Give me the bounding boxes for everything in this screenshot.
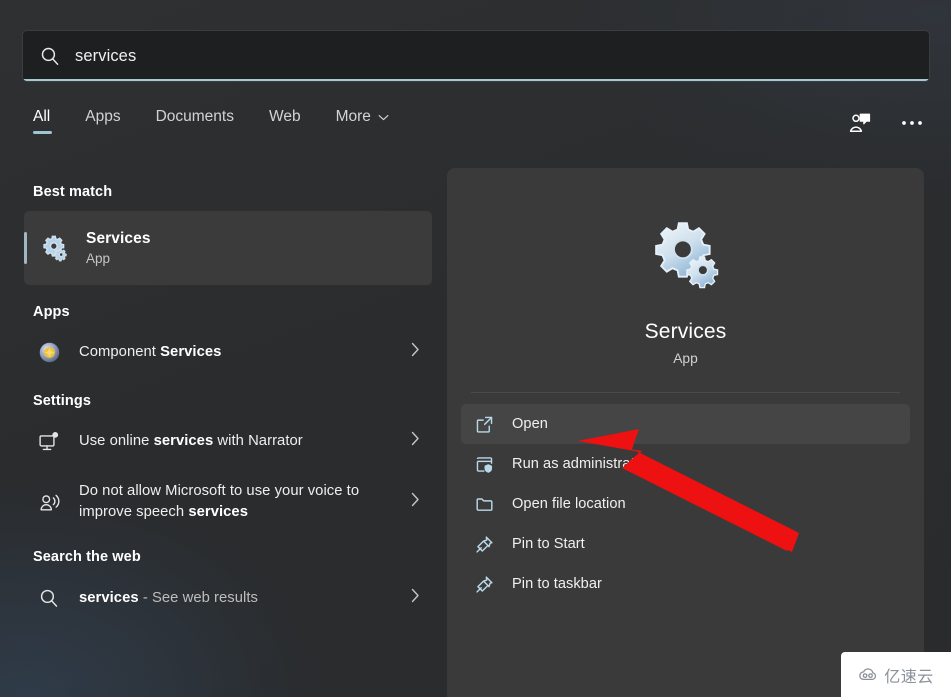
best-match-title: Services xyxy=(86,230,151,247)
feedback-icon xyxy=(849,113,871,132)
pin-icon xyxy=(473,535,495,554)
action-open[interactable]: Open xyxy=(461,404,910,444)
app-preview-panel: Services App Open Run as administrator O… xyxy=(447,168,924,697)
chevron-down-icon xyxy=(378,114,389,120)
search-input-value: services xyxy=(75,46,137,65)
section-settings: Settings Use online services with Narrat… xyxy=(0,393,446,532)
result-use-online-services-narrator[interactable]: Use online services with Narrator xyxy=(24,418,432,464)
tab-web[interactable]: Web xyxy=(269,104,315,127)
action-pin-to-start-label: Pin to Start xyxy=(512,536,585,552)
result-label: services - See web results xyxy=(79,589,258,606)
action-open-file-location-label: Open file location xyxy=(512,496,626,512)
pin-icon xyxy=(473,575,495,594)
action-pin-to-taskbar[interactable]: Pin to taskbar xyxy=(461,564,910,604)
tab-documents-label: Documents xyxy=(155,108,234,125)
speech-person-icon xyxy=(36,491,62,514)
watermark-text: 亿速云 xyxy=(884,666,934,686)
result-web-search-services[interactable]: services - See web results xyxy=(24,575,432,621)
tab-all-label: All xyxy=(33,108,51,125)
results-list: Best match Services App Apps Component S… xyxy=(0,160,446,697)
action-run-as-administrator-label: Run as administrator xyxy=(512,456,648,472)
preview-divider xyxy=(471,392,900,393)
section-label-best-match: Best match xyxy=(33,184,113,200)
cloud-icon xyxy=(859,668,877,681)
header-actions xyxy=(845,108,927,138)
chevron-right-icon[interactable] xyxy=(411,431,420,451)
tab-web-label: Web xyxy=(268,108,301,125)
tab-all[interactable]: All xyxy=(33,104,64,135)
action-open-label: Open xyxy=(512,416,548,432)
shield-window-icon xyxy=(473,455,495,474)
feedback-button[interactable] xyxy=(845,108,875,138)
result-best-match-services[interactable]: Services App xyxy=(24,211,432,285)
result-component-services[interactable]: Component Services xyxy=(24,329,432,375)
tab-documents[interactable]: Documents xyxy=(156,104,248,127)
section-label-settings: Settings xyxy=(33,393,91,409)
preview-app-title: Services xyxy=(644,320,727,343)
chevron-right-icon[interactable] xyxy=(411,342,420,362)
search-bar-container[interactable]: services xyxy=(22,30,930,82)
result-do-not-allow-voice[interactable]: Do not allow Microsoft to use your voice… xyxy=(24,472,432,532)
search-input[interactable]: services xyxy=(22,30,930,82)
action-pin-to-taskbar-label: Pin to taskbar xyxy=(512,576,602,592)
section-label-search-the-web: Search the web xyxy=(33,549,141,565)
tab-more-label: More xyxy=(335,108,371,125)
more-options-button[interactable] xyxy=(897,108,927,138)
services-gears-icon xyxy=(40,233,70,263)
tab-apps-label: Apps xyxy=(85,108,121,125)
more-options-icon xyxy=(902,121,922,125)
result-label: Component Services xyxy=(79,343,222,360)
section-search-the-web: Search the web services - See web result… xyxy=(0,549,446,621)
filter-tabs: All Apps Documents Web More xyxy=(33,104,403,135)
preview-app-subtitle: App xyxy=(673,351,698,366)
best-match-subtitle: App xyxy=(86,251,111,266)
action-pin-to-start[interactable]: Pin to Start xyxy=(461,524,910,564)
chevron-right-icon[interactable] xyxy=(411,492,420,512)
watermark: 亿速云 xyxy=(841,652,951,697)
filter-tabs-row: All Apps Documents Web More xyxy=(0,104,951,152)
preview-hero: Services App xyxy=(447,168,924,366)
services-gears-icon xyxy=(654,222,718,289)
selection-indicator xyxy=(24,232,27,264)
section-label-apps: Apps xyxy=(33,304,70,320)
section-best-match: Best match Services App xyxy=(0,184,446,285)
search-icon xyxy=(41,47,59,65)
component-services-icon xyxy=(36,341,62,364)
narrator-monitor-icon xyxy=(36,430,62,453)
tab-active-indicator xyxy=(33,131,52,135)
result-label: Use online services with Narrator xyxy=(79,432,303,449)
tab-more[interactable]: More xyxy=(336,104,403,127)
tab-apps[interactable]: Apps xyxy=(85,104,134,127)
folder-icon xyxy=(473,495,495,514)
preview-actions: Open Run as administrator Open file loca… xyxy=(447,404,924,604)
action-open-file-location[interactable]: Open file location xyxy=(461,484,910,524)
section-apps: Apps Component Services xyxy=(0,304,446,375)
chevron-right-icon[interactable] xyxy=(411,588,420,608)
action-run-as-administrator[interactable]: Run as administrator xyxy=(461,444,910,484)
search-icon xyxy=(36,587,62,609)
result-label: Do not allow Microsoft to use your voice… xyxy=(79,482,360,520)
open-external-icon xyxy=(473,415,495,434)
